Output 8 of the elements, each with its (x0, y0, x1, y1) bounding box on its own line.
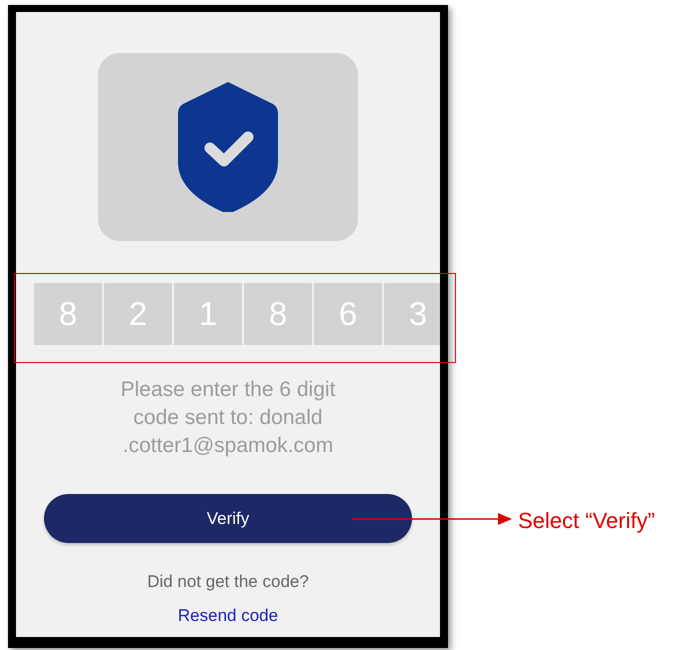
prompt-text: Did not get the code? (147, 572, 309, 592)
resend-code-link[interactable]: Resend code (178, 606, 278, 626)
shield-check-icon (178, 82, 278, 212)
instruction-text: Please enter the 6 digit (120, 377, 336, 403)
verify-button[interactable]: Verify (44, 494, 412, 543)
instruction-text: .cotter1@spamok.com (122, 433, 334, 459)
callout-text: Select “Verify” (518, 508, 655, 534)
instruction-text: code sent to: donald (132, 405, 324, 431)
